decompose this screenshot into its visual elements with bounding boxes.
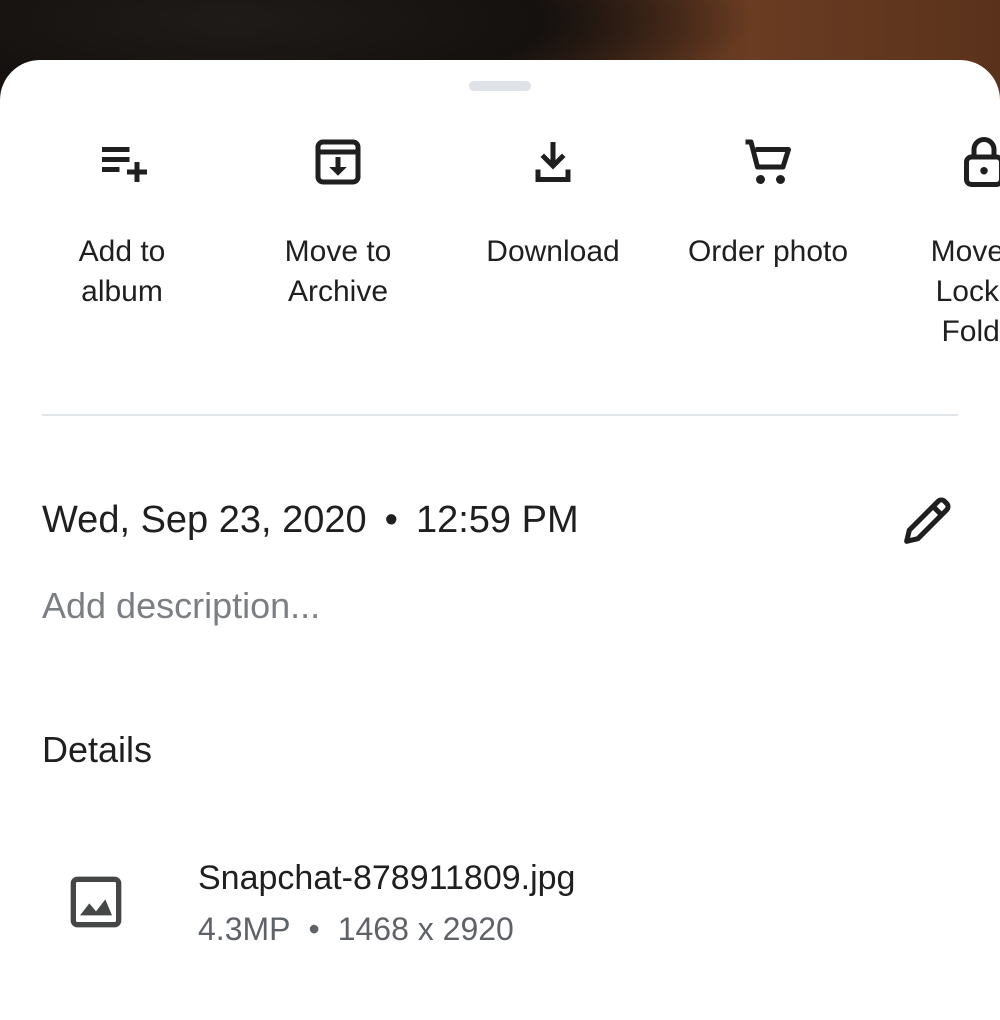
lock-icon bbox=[954, 132, 1000, 192]
file-meta-separator: • bbox=[308, 911, 319, 947]
order-photo-label: Order photo bbox=[660, 232, 876, 272]
photo-info-bottom-sheet: Add to album Move to Archive Download Or… bbox=[0, 60, 1000, 1020]
download-label: Download bbox=[445, 232, 661, 272]
add-to-album-button[interactable]: Add to album bbox=[14, 132, 230, 312]
section-divider bbox=[42, 414, 958, 416]
download-icon bbox=[523, 132, 583, 192]
download-button[interactable]: Download bbox=[445, 132, 661, 272]
sheet-drag-handle[interactable] bbox=[469, 81, 531, 91]
archive-icon bbox=[308, 132, 368, 192]
file-resolution: 1468 x 2920 bbox=[338, 911, 514, 947]
move-to-locked-folder-label: Move to Locked Folder bbox=[876, 232, 1000, 352]
playlist-add-icon bbox=[92, 132, 152, 192]
pencil-icon[interactable] bbox=[896, 488, 960, 552]
move-to-archive-label: Move to Archive bbox=[230, 232, 446, 312]
photo-time: 12:59 PM bbox=[416, 499, 579, 541]
file-megapixels: 4.3MP bbox=[198, 911, 290, 947]
datetime-separator: • bbox=[385, 499, 398, 541]
photo-datetime: Wed, Sep 23, 2020 • 12:59 PM bbox=[42, 496, 579, 544]
details-heading: Details bbox=[42, 728, 152, 772]
file-name: Snapchat-878911809.jpg bbox=[198, 856, 575, 900]
cart-icon bbox=[738, 132, 798, 192]
move-to-locked-folder-button[interactable]: Move to Locked Folder bbox=[876, 132, 1000, 352]
add-to-album-label: Add to album bbox=[14, 232, 230, 312]
move-to-archive-button[interactable]: Move to Archive bbox=[230, 132, 446, 312]
photo-date: Wed, Sep 23, 2020 bbox=[42, 499, 367, 541]
file-metadata: 4.3MP • 1468 x 2920 bbox=[198, 908, 514, 950]
description-input[interactable] bbox=[42, 584, 842, 628]
image-icon bbox=[64, 870, 128, 934]
order-photo-button[interactable]: Order photo bbox=[660, 132, 876, 272]
